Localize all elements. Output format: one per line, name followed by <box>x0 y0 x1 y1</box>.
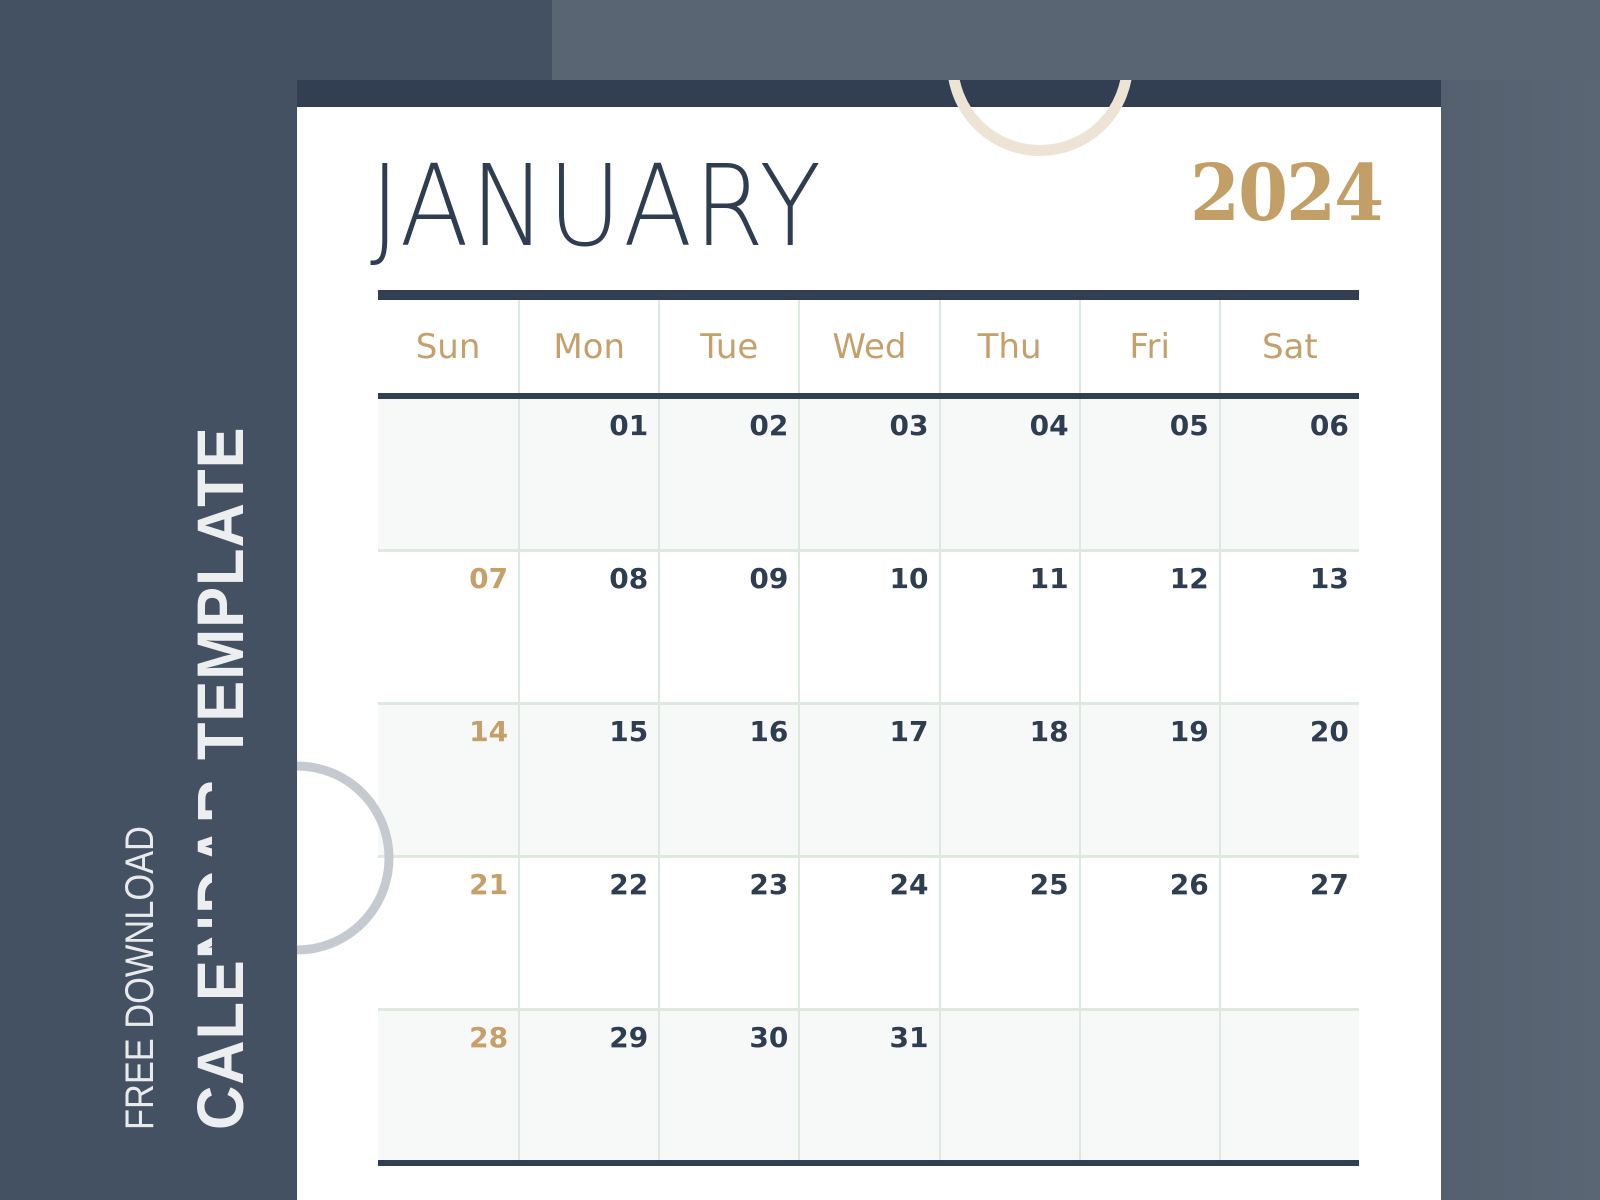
day-number: 23 <box>749 868 789 901</box>
weekday-wed: Wed <box>798 300 938 393</box>
empty-day-cell <box>378 399 518 549</box>
day-cell: 04 <box>938 399 1079 549</box>
day-cell: 29 <box>518 1011 658 1160</box>
day-cell: 17 <box>798 705 938 855</box>
weekday-tue: Tue <box>658 300 798 393</box>
day-cell: 01 <box>518 399 658 549</box>
day-number: 31 <box>889 1021 929 1054</box>
day-number: 26 <box>1169 868 1209 901</box>
grid-bottom-rule <box>378 1160 1359 1166</box>
day-cell: 12 <box>1078 552 1219 702</box>
day-cell: 23 <box>658 858 798 1008</box>
grid-top-rule <box>378 290 1359 300</box>
empty-day-cell <box>938 1011 1079 1160</box>
day-number: 29 <box>609 1021 649 1054</box>
day-cell: 16 <box>658 705 798 855</box>
day-cell: 02 <box>658 399 798 549</box>
day-number: 15 <box>609 715 649 748</box>
day-cell: 05 <box>1078 399 1219 549</box>
day-number: 09 <box>749 562 789 595</box>
sidebar-subtitle: FREE DOWNLOAD <box>118 826 162 1130</box>
day-number: 03 <box>889 409 929 442</box>
decorative-circle-top <box>947 80 1133 156</box>
day-cell: 06 <box>1218 399 1359 549</box>
day-cell: 31 <box>798 1011 938 1160</box>
weeks-container: 01 02 03 04 05 06 07 08 09 10 11 12 13 14 15 16 17 18 19 20… <box>378 399 1359 1160</box>
weekday-header-row: Sun Mon Tue Wed Thu Fri Sat <box>378 300 1359 393</box>
day-cell: 14 <box>378 705 518 855</box>
day-number: 19 <box>1169 715 1209 748</box>
day-number: 25 <box>1029 868 1069 901</box>
day-number: 21 <box>469 868 509 901</box>
day-number: 13 <box>1309 562 1349 595</box>
page-top-bar <box>297 80 1441 107</box>
day-cell: 20 <box>1218 705 1359 855</box>
day-number: 01 <box>609 409 649 442</box>
week-row: 07 08 09 10 11 12 13 <box>378 552 1359 705</box>
calendar-page: JANUARY 2024 Sun Mon Tue Wed Thu Fri Sat… <box>297 80 1441 1200</box>
day-number: 02 <box>749 409 789 442</box>
day-cell: 11 <box>938 552 1079 702</box>
day-number: 11 <box>1029 562 1069 595</box>
empty-day-cell <box>1078 1011 1219 1160</box>
weekday-fri: Fri <box>1078 300 1219 393</box>
weekday-mon: Mon <box>518 300 658 393</box>
week-row: 14 15 16 17 18 19 20 <box>378 705 1359 858</box>
day-number: 16 <box>749 715 789 748</box>
day-cell: 09 <box>658 552 798 702</box>
day-cell: 27 <box>1218 858 1359 1008</box>
day-cell: 15 <box>518 705 658 855</box>
day-number: 05 <box>1169 409 1209 442</box>
background-right-top <box>552 0 1600 80</box>
weekday-thu: Thu <box>938 300 1079 393</box>
day-cell: 03 <box>798 399 938 549</box>
day-number: 08 <box>609 562 649 595</box>
day-number: 06 <box>1309 409 1349 442</box>
day-number: 10 <box>889 562 929 595</box>
day-cell: 30 <box>658 1011 798 1160</box>
weekday-sat: Sat <box>1218 300 1359 393</box>
day-number: 24 <box>889 868 929 901</box>
calendar-grid: Sun Mon Tue Wed Thu Fri Sat 01 02 03 04 05 06… <box>378 290 1359 1166</box>
day-cell: 28 <box>378 1011 518 1160</box>
day-cell: 10 <box>798 552 938 702</box>
year-title: 2024 <box>1190 148 1384 239</box>
day-number: 04 <box>1029 409 1069 442</box>
day-cell: 25 <box>938 858 1079 1008</box>
day-cell: 13 <box>1218 552 1359 702</box>
empty-day-cell <box>1218 1011 1359 1160</box>
day-cell: 19 <box>1078 705 1219 855</box>
day-number: 18 <box>1029 715 1069 748</box>
day-number: 12 <box>1169 562 1209 595</box>
day-number: 22 <box>609 868 649 901</box>
week-row: 21 22 23 24 25 26 27 <box>378 858 1359 1011</box>
day-cell: 26 <box>1078 858 1219 1008</box>
week-row: 01 02 03 04 05 06 <box>378 399 1359 552</box>
day-cell: 08 <box>518 552 658 702</box>
day-number: 14 <box>469 715 509 748</box>
day-cell: 07 <box>378 552 518 702</box>
day-number: 27 <box>1309 868 1349 901</box>
arc-mask <box>212 758 297 958</box>
day-cell: 22 <box>518 858 658 1008</box>
week-row: 28 29 30 31 <box>378 1011 1359 1160</box>
month-title: JANUARY <box>370 142 823 272</box>
day-number: 30 <box>749 1021 789 1054</box>
day-cell: 18 <box>938 705 1079 855</box>
day-number: 07 <box>469 562 509 595</box>
day-number: 17 <box>889 715 929 748</box>
day-cell: 24 <box>798 858 938 1008</box>
day-number: 20 <box>1309 715 1349 748</box>
day-number: 28 <box>469 1021 509 1054</box>
day-cell: 21 <box>378 858 518 1008</box>
weekday-sun: Sun <box>415 326 481 367</box>
